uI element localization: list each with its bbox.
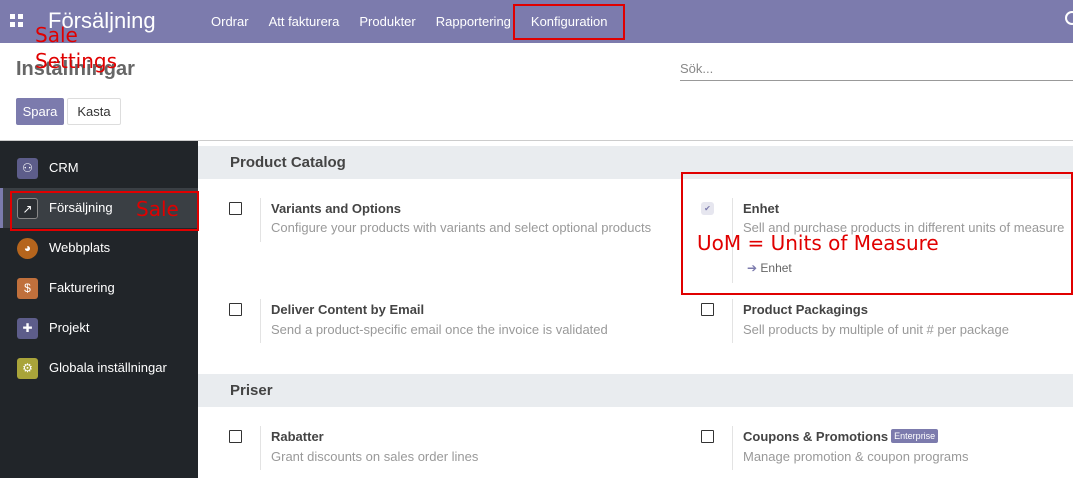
deliver-content-checkbox[interactable] xyxy=(229,303,242,316)
section-title: Priser xyxy=(230,382,273,399)
handshake-icon: ⚇ xyxy=(17,158,38,179)
search-bar xyxy=(680,57,1073,81)
annotation-line: Settings xyxy=(35,49,118,73)
coupons-checkbox[interactable] xyxy=(701,430,714,443)
annotation-text-uom: UoM = Units of Measure xyxy=(697,231,939,255)
section-header-pricing: Priser xyxy=(198,374,1073,407)
apps-grid-icon[interactable] xyxy=(10,14,23,27)
menu-item-to-invoice[interactable]: Att fakturera xyxy=(259,0,350,43)
menu-item-reporting[interactable]: Rapportering xyxy=(426,0,521,43)
setting-desc-variants: Configure your products with variants an… xyxy=(271,220,652,235)
annotation-box-configuration xyxy=(513,4,625,40)
setting-title-deliver-content: Deliver Content by Email xyxy=(271,302,425,317)
setting-title-variants: Variants and Options xyxy=(271,201,402,216)
discounts-checkbox[interactable] xyxy=(229,430,242,443)
invoice-icon: $ xyxy=(17,278,38,299)
sidebar-item-label: Webbplats xyxy=(49,240,111,255)
sidebar-item-label: Globala inställningar xyxy=(49,360,167,375)
setting-divider xyxy=(260,299,261,343)
puzzle-icon: ✚ xyxy=(17,318,38,339)
save-button[interactable]: Spara xyxy=(16,98,64,125)
setting-title-packagings: Product Packagings xyxy=(743,302,868,317)
section-title: Product Catalog xyxy=(230,154,346,171)
discard-button[interactable]: Kasta xyxy=(67,98,121,125)
sidebar-item-label: Projekt xyxy=(49,320,90,335)
setting-title-coupons: Coupons & Promotions Enterprise xyxy=(743,429,939,444)
setting-desc-packagings: Sell products by multiple of unit # per … xyxy=(743,322,1009,337)
sidebar-item-website[interactable]: ◕ Webbplats xyxy=(0,228,198,268)
sidebar-item-label: CRM xyxy=(49,160,79,175)
globe-icon: ◕ xyxy=(17,238,38,259)
setting-title-discounts: Rabatter xyxy=(271,429,324,444)
sidebar-item-project[interactable]: ✚ Projekt xyxy=(0,308,198,348)
search-icon[interactable] xyxy=(1065,11,1073,25)
annotation-line: Sale xyxy=(35,23,78,47)
setting-desc-deliver-content: Send a product-specific email once the i… xyxy=(271,322,608,337)
menu-item-orders[interactable]: Ordrar xyxy=(201,0,259,43)
setting-divider xyxy=(732,426,733,470)
search-input[interactable] xyxy=(680,57,1073,79)
setting-divider xyxy=(732,299,733,343)
annotation-text-sale: Sale xyxy=(136,197,179,221)
setting-divider xyxy=(260,198,261,242)
sidebar-item-invoicing[interactable]: $ Fakturering xyxy=(0,268,198,308)
enterprise-badge: Enterprise xyxy=(891,429,939,443)
sidebar-item-label: Fakturering xyxy=(49,280,115,295)
gear-icon: ⚙ xyxy=(17,358,38,379)
menu-item-products[interactable]: Produkter xyxy=(349,0,425,43)
coupons-title-text: Coupons & Promotions xyxy=(743,429,889,444)
setting-divider xyxy=(260,426,261,470)
sidebar-item-general-settings[interactable]: ⚙ Globala inställningar xyxy=(0,348,198,388)
annotation-text-sale-settings: Sale Settings xyxy=(35,22,117,74)
sidebar-item-crm[interactable]: ⚇ CRM xyxy=(0,148,198,188)
setting-desc-coupons: Manage promotion & coupon programs xyxy=(743,449,969,464)
setting-desc-discounts: Grant discounts on sales order lines xyxy=(271,449,479,464)
variants-checkbox[interactable] xyxy=(229,202,242,215)
packagings-checkbox[interactable] xyxy=(701,303,714,316)
